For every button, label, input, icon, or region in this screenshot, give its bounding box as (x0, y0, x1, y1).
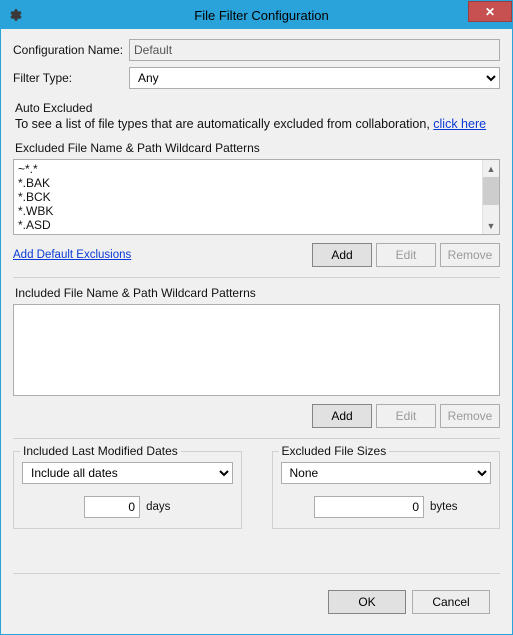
included-add-button[interactable]: Add (312, 404, 372, 428)
excluded-patterns-list[interactable]: ~*.* *.BAK *.BCK *.WBK *.ASD ▲ ▼ (13, 159, 500, 235)
click-here-link[interactable]: click here (433, 117, 486, 131)
included-remove-button: Remove (440, 404, 500, 428)
titlebar: File Filter Configuration ✕ (1, 1, 512, 29)
scroll-track[interactable] (483, 177, 499, 217)
ok-button[interactable]: OK (328, 590, 406, 614)
excluded-items: ~*.* *.BAK *.BCK *.WBK *.ASD (14, 160, 482, 234)
included-patterns-label: Included File Name & Path Wildcard Patte… (15, 286, 500, 300)
add-default-exclusions-link[interactable]: Add Default Exclusions (13, 249, 131, 261)
divider-3 (13, 573, 500, 574)
close-icon: ✕ (485, 5, 495, 19)
excluded-patterns-label: Excluded File Name & Path Wildcard Patte… (15, 141, 500, 155)
included-edit-button: Edit (376, 404, 436, 428)
bottom-row: Included Last Modified Dates Include all… (13, 451, 500, 529)
config-name-row: Configuration Name: (13, 39, 500, 61)
auto-excluded-text: To see a list of file types that are aut… (15, 117, 500, 131)
divider-2 (13, 438, 500, 439)
bytes-unit: bytes (430, 501, 458, 513)
included-items (14, 305, 499, 395)
sizes-subrow: bytes (281, 496, 492, 518)
excluded-edit-button: Edit (376, 243, 436, 267)
list-item[interactable]: *.ASD (18, 218, 478, 232)
config-name-input[interactable] (129, 39, 500, 61)
content-area: Configuration Name: Filter Type: Any Aut… (1, 29, 512, 634)
filter-type-label: Filter Type: (13, 71, 129, 85)
gear-icon (7, 7, 23, 23)
list-item[interactable]: *.BCK (18, 190, 478, 204)
included-patterns-list[interactable] (13, 304, 500, 396)
included-button-row: Add Edit Remove (13, 404, 500, 428)
auto-excluded-heading: Auto Excluded (15, 101, 500, 115)
divider (13, 277, 500, 278)
days-input[interactable] (84, 496, 140, 518)
list-item[interactable]: ~*.* (18, 162, 478, 176)
excluded-scrollbar[interactable]: ▲ ▼ (482, 160, 499, 234)
dates-select[interactable]: Include all dates (22, 462, 233, 484)
scroll-down-icon[interactable]: ▼ (483, 217, 499, 234)
bytes-input[interactable] (314, 496, 424, 518)
sizes-select[interactable]: None (281, 462, 492, 484)
days-unit: days (146, 501, 170, 513)
close-button[interactable]: ✕ (468, 1, 512, 22)
list-item[interactable]: *.WBK (18, 204, 478, 218)
cancel-button[interactable]: Cancel (412, 590, 490, 614)
filter-type-row: Filter Type: Any (13, 67, 500, 89)
excluded-remove-button: Remove (440, 243, 500, 267)
window: File Filter Configuration ✕ Configuratio… (0, 0, 513, 635)
excluded-button-row: Add Default Exclusions Add Edit Remove (13, 243, 500, 267)
sizes-legend: Excluded File Sizes (279, 444, 390, 458)
dates-subrow: days (22, 496, 233, 518)
footer: OK Cancel (13, 582, 500, 624)
window-title: File Filter Configuration (31, 8, 492, 23)
config-name-label: Configuration Name: (13, 43, 129, 57)
scroll-up-icon[interactable]: ▲ (483, 160, 499, 177)
dates-legend: Included Last Modified Dates (20, 444, 181, 458)
list-item[interactable]: *.BAK (18, 176, 478, 190)
excluded-add-button[interactable]: Add (312, 243, 372, 267)
filter-type-select[interactable]: Any (129, 67, 500, 89)
dates-fieldset: Included Last Modified Dates Include all… (13, 451, 242, 529)
sizes-fieldset: Excluded File Sizes None bytes (272, 451, 501, 529)
scroll-thumb[interactable] (483, 177, 499, 205)
